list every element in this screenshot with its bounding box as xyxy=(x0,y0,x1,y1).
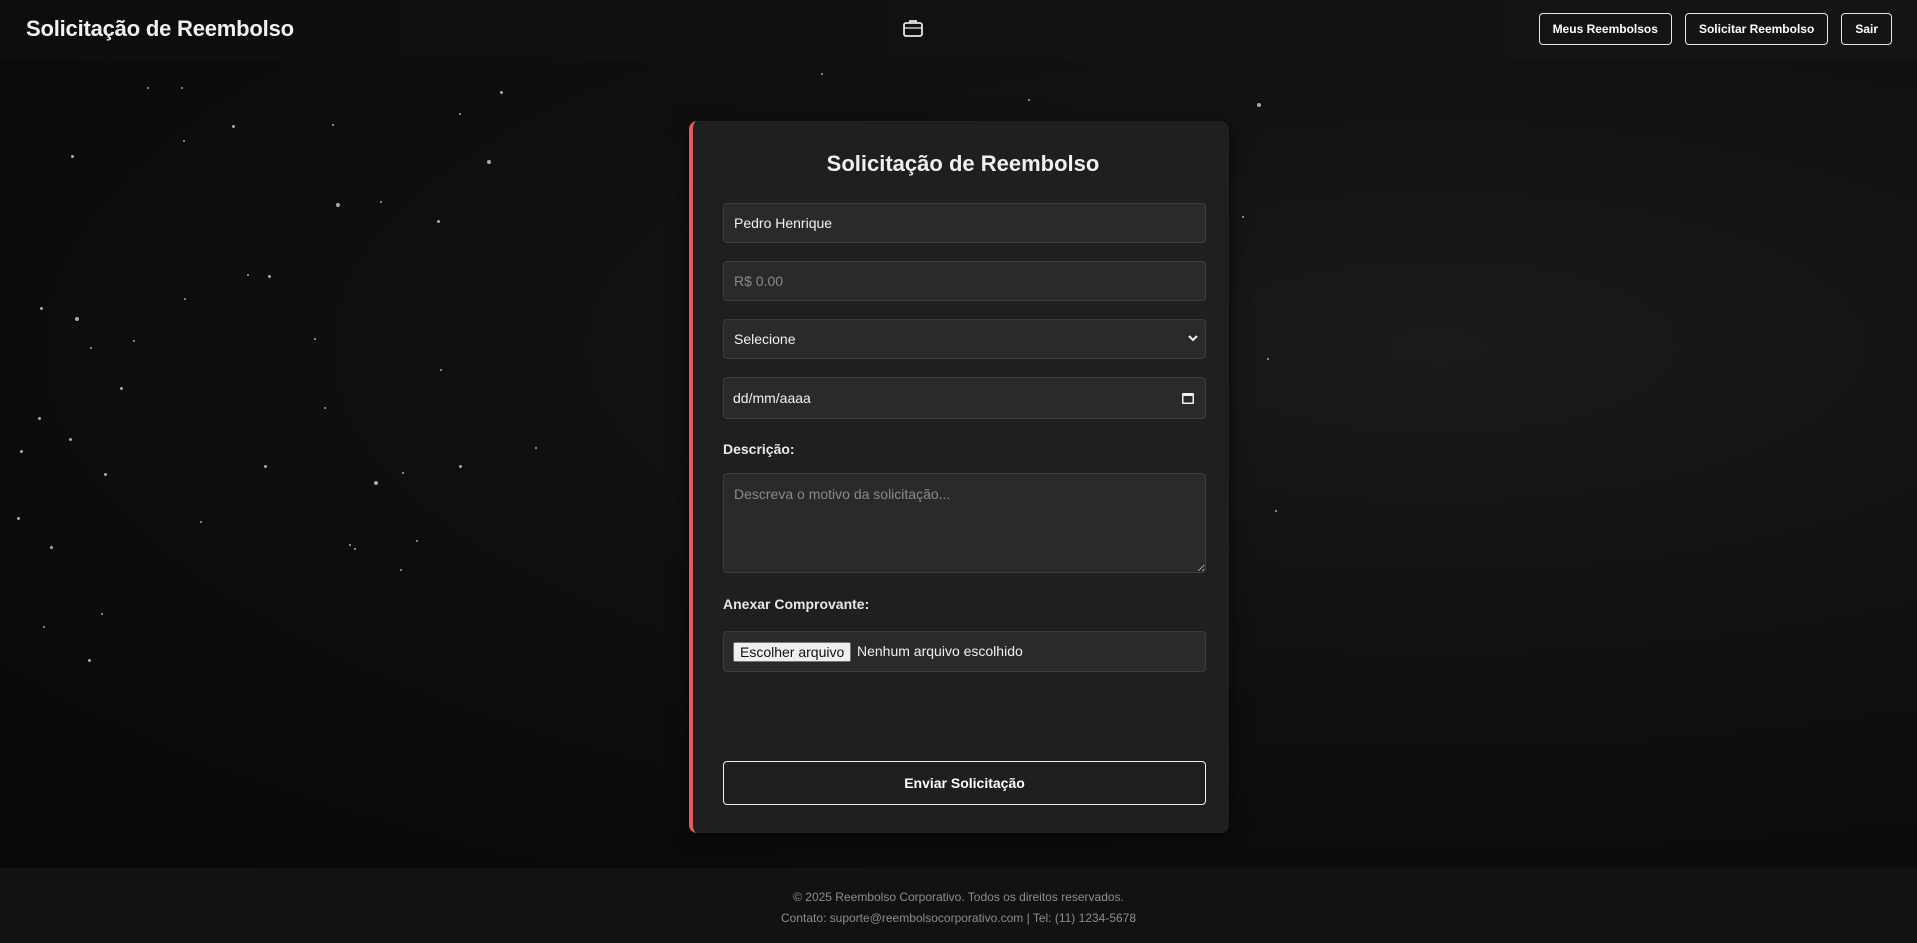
star-dot xyxy=(87,658,91,662)
star-dot xyxy=(119,386,123,390)
star-dot xyxy=(1242,216,1244,218)
star-dot xyxy=(458,464,462,468)
file-input: Escolher arquivo Nenhum arquivo escolhid… xyxy=(723,631,1206,672)
star-dot xyxy=(1267,358,1269,360)
star-dot xyxy=(39,306,43,310)
top-bar: Solicitação de Reembolso Meus Reembolsos… xyxy=(0,0,1917,60)
footer-contact: Contato: suporte@reembolsocorporativo.co… xyxy=(780,911,1137,925)
star-dot xyxy=(499,90,503,94)
star-dot xyxy=(1275,510,1277,512)
calendar-icon[interactable] xyxy=(1181,391,1195,405)
submit-button[interactable]: Enviar Solicitação xyxy=(723,761,1206,805)
attachment-label: Anexar Comprovante: xyxy=(723,596,870,612)
amount-field[interactable] xyxy=(723,261,1206,301)
category-select[interactable]: Selecione xyxy=(723,319,1206,359)
category-select-wrap: Selecione xyxy=(723,319,1206,359)
star-dot xyxy=(43,626,45,628)
form-title: Solicitação de Reembolso xyxy=(826,151,1100,176)
star-dot xyxy=(535,447,537,449)
choose-file-button[interactable]: Escolher arquivo xyxy=(733,642,852,662)
star-dot xyxy=(402,472,404,474)
star-dot xyxy=(332,124,334,126)
star-dot xyxy=(336,203,340,207)
star-dot xyxy=(231,124,235,128)
name-field[interactable] xyxy=(723,203,1206,243)
star-dot xyxy=(487,160,491,164)
star-dot xyxy=(181,87,183,89)
briefcase-icon xyxy=(903,20,923,37)
star-dot xyxy=(374,481,378,485)
file-status-text: Nenhum arquivo escolhido xyxy=(857,643,1023,659)
star-dot xyxy=(821,73,823,75)
date-placeholder: dd/mm/aaaa xyxy=(733,390,811,406)
footer: © 2025 Reembolso Corporativo. Todos os d… xyxy=(0,868,1917,943)
star-dot xyxy=(200,521,202,523)
star-dot xyxy=(70,154,74,158)
star-dot xyxy=(354,548,356,550)
star-dot xyxy=(1257,103,1261,107)
star-dot xyxy=(1028,99,1030,101)
star-dot xyxy=(183,140,185,142)
star-dot xyxy=(247,274,249,276)
description-label: Descrição: xyxy=(723,441,795,457)
star-dot xyxy=(103,472,107,476)
refund-form-card: Solicitação de Reembolso Selecione dd/mm… xyxy=(689,121,1229,833)
star-dot xyxy=(184,298,186,300)
request-refund-button[interactable]: Solicitar Reembolso xyxy=(1684,13,1829,45)
star-dot xyxy=(324,407,326,409)
description-textarea[interactable] xyxy=(723,473,1206,573)
header-nav: Meus Reembolsos Solicitar Reembolso Sair xyxy=(1538,13,1892,45)
star-dot xyxy=(133,340,135,342)
footer-copyright: © 2025 Reembolso Corporativo. Todos os d… xyxy=(793,890,1124,904)
star-dot xyxy=(380,201,382,203)
my-refunds-button[interactable]: Meus Reembolsos xyxy=(1538,13,1672,45)
star-dot xyxy=(75,317,79,321)
star-dot xyxy=(68,437,72,441)
star-dot xyxy=(16,516,20,520)
star-dot xyxy=(147,87,149,89)
star-dot xyxy=(37,416,41,420)
star-dot xyxy=(436,219,440,223)
star-dot xyxy=(19,449,23,453)
star-dot xyxy=(267,274,271,278)
logout-button[interactable]: Sair xyxy=(1841,13,1892,45)
app-title: Solicitação de Reembolso xyxy=(26,16,294,41)
star-dot xyxy=(101,613,103,615)
star-dot xyxy=(400,569,402,571)
star-dot xyxy=(314,338,316,340)
star-dot xyxy=(263,464,267,468)
star-dot xyxy=(49,545,53,549)
star-dot xyxy=(416,540,418,542)
date-field[interactable]: dd/mm/aaaa xyxy=(723,377,1206,419)
star-dot xyxy=(90,347,92,349)
star-dot xyxy=(459,113,461,115)
star-dot xyxy=(349,544,351,546)
star-dot xyxy=(440,369,442,371)
